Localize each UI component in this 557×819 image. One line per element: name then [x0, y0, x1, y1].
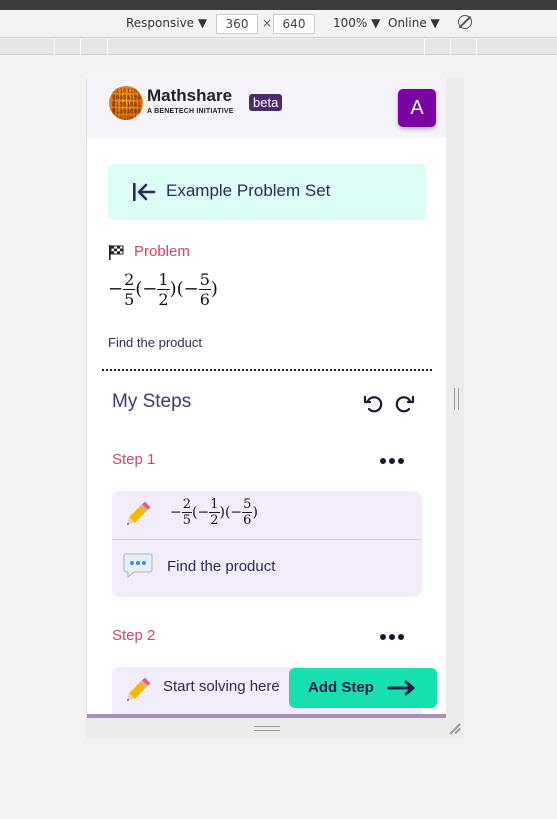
step-1-card: −2 5 (− 1 2)(− 5 6) Find the product [112, 491, 422, 597]
checkered-flag-icon [109, 245, 124, 260]
step-1-more-icon[interactable] [380, 456, 406, 466]
devtools-toolbar: Responsive ▼ 360 × 640 100% ▼ Online ▼ [0, 10, 557, 38]
resize-handle-right[interactable] [454, 388, 459, 410]
pencil-icon [127, 677, 151, 701]
user-avatar-button[interactable]: A [398, 89, 436, 127]
step-1-expression: −2 5 (− 1 2)(− 5 6) [170, 497, 258, 528]
benetech-logo: 01101101001011010 10010110110010110 0110… [109, 86, 143, 120]
zoom-select[interactable]: 100% ▼ [333, 16, 380, 30]
problem-label: Problem [134, 243, 190, 260]
viewport-width-input[interactable]: 360 [216, 14, 258, 34]
rotate-icon[interactable] [458, 15, 472, 29]
step-2-label: Step 2 [112, 627, 156, 644]
problem-instruction: Find the product [108, 335, 202, 350]
step-2-placeholder[interactable]: Start solving here [163, 678, 280, 695]
speech-bubble-icon [123, 553, 153, 579]
my-steps-heading: My Steps [112, 391, 192, 412]
resize-handle-bottom[interactable] [254, 726, 280, 731]
redo-icon[interactable] [395, 394, 415, 414]
arrow-right-icon [387, 680, 415, 696]
section-divider [102, 369, 432, 371]
beta-badge: beta [249, 94, 283, 111]
problem-set-title: Example Problem Set [166, 181, 331, 200]
viewport-height-input[interactable]: 640 [273, 14, 315, 34]
step-1-comment: Find the product [167, 558, 276, 575]
step-1-card-divider [112, 539, 422, 540]
step-2-more-icon[interactable] [380, 632, 406, 642]
undo-icon[interactable] [363, 394, 383, 414]
dimension-separator: × [262, 16, 273, 30]
media-query-ruler[interactable] [0, 39, 557, 55]
problem-expression: −2 5 (− 1 2)(− 5 6) [108, 270, 218, 309]
resize-handle-corner[interactable] [449, 722, 461, 734]
network-select[interactable]: Online ▼ [388, 16, 440, 30]
brand-subtitle: A BENETECH INITIATIVE [147, 108, 234, 115]
back-to-set-icon[interactable] [132, 180, 156, 204]
device-select[interactable]: Responsive ▼ [126, 16, 207, 30]
device-viewport: 01101101001011010 10010110110010110 0110… [86, 78, 446, 718]
app-header: 01101101001011010 10010110110010110 0110… [87, 78, 446, 138]
window-top-strip [0, 0, 557, 10]
add-step-label: Add Step [308, 679, 374, 696]
problem-set-banner[interactable]: Example Problem Set [108, 164, 426, 220]
step-1-label: Step 1 [112, 451, 156, 468]
viewport-bottom-bar [87, 714, 446, 718]
brand-name[interactable]: Mathshare [147, 86, 232, 106]
pencil-icon [127, 501, 151, 525]
add-step-button[interactable]: Add Step [289, 668, 437, 708]
